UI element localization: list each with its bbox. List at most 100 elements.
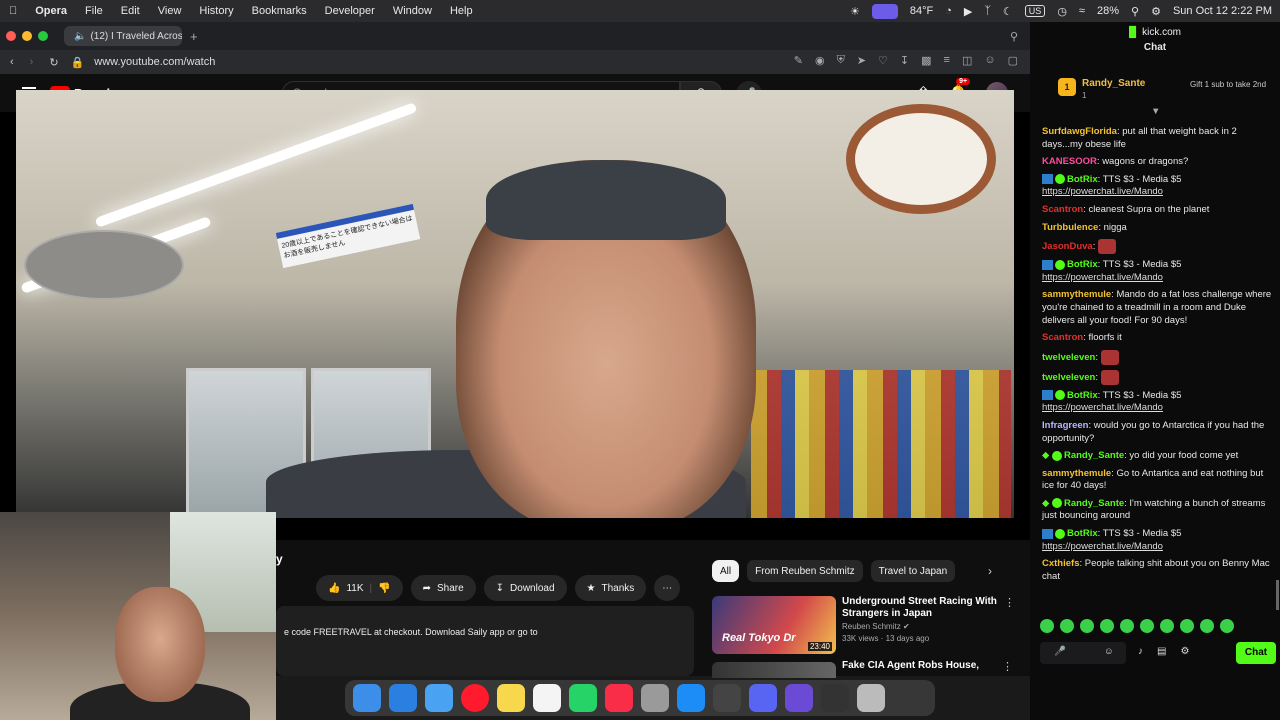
tab-search-icon[interactable]: ⚲ (1010, 30, 1018, 43)
chat-username[interactable]: Scantron (1042, 204, 1083, 215)
mic-icon[interactable]: 🎤 (1054, 646, 1066, 657)
menu-developer[interactable]: Developer (316, 5, 384, 17)
chat-username[interactable]: BotRix (1067, 528, 1098, 539)
more-options-icon[interactable]: ⋮ (1002, 660, 1013, 673)
emote-icon[interactable] (1140, 619, 1154, 633)
more-options-icon[interactable]: ⋮ (1004, 596, 1015, 609)
clock-icon[interactable]: ◷ (1057, 5, 1067, 18)
camera-icon[interactable]: ◉ (815, 54, 825, 67)
menu-app-name[interactable]: Opera (26, 5, 76, 17)
minimize-window-icon[interactable] (22, 31, 32, 41)
status-icon[interactable]: ☀ (850, 5, 860, 18)
emote-icon[interactable] (1220, 619, 1234, 633)
download-button[interactable]: ↧ Download (483, 575, 567, 601)
search-icon[interactable]: ⚲ (1131, 5, 1139, 18)
recommended-title-2[interactable]: Fake CIA Agent Robs House, (842, 660, 979, 671)
emote-icon[interactable] (1180, 619, 1194, 633)
extension-icon[interactable]: ▩ (921, 54, 931, 67)
reload-icon[interactable]: ↻ (49, 56, 58, 69)
chat-username[interactable]: Infragreen (1042, 420, 1088, 431)
chip-travel-japan[interactable]: Travel to Japan (870, 560, 956, 582)
share-button[interactable]: ➦ Share (410, 575, 476, 601)
thanks-button[interactable]: ★ Thanks (574, 575, 647, 601)
chat-username[interactable]: sammythemule (1042, 289, 1111, 300)
chat-username[interactable]: twelveleven (1042, 352, 1095, 363)
chat-link[interactable]: https://powerchat.live/Mando (1042, 541, 1163, 552)
thumbs-down-icon[interactable]: 👎 (378, 583, 390, 594)
chat-username[interactable]: Scantron (1042, 332, 1083, 343)
emote-icon[interactable] (1200, 619, 1214, 633)
zoom-window-icon[interactable] (38, 31, 48, 41)
close-window-icon[interactable] (6, 31, 16, 41)
tab-youtube[interactable]: 🔈 (12) I Traveled Acros (64, 26, 182, 46)
chat-scrollbar[interactable] (1276, 580, 1279, 610)
chat-username[interactable]: Randy_Sante (1064, 498, 1124, 509)
chat-username[interactable]: SurfdawgFlorida (1042, 126, 1117, 137)
gift-sub-prompt[interactable]: Gift 1 sub to take 2nd (1190, 80, 1270, 89)
recommended-title[interactable]: Underground Street Racing With Strangers… (842, 596, 1002, 620)
collapse-icon[interactable]: ▼ (1151, 106, 1160, 117)
emoji-icon[interactable]: ☺ (1104, 646, 1114, 657)
chat-username[interactable]: Randy_Sante (1064, 450, 1124, 461)
chat-username[interactable]: BotRix (1067, 174, 1098, 185)
menu-edit[interactable]: Edit (112, 5, 149, 17)
back-icon[interactable]: ‹ (10, 56, 14, 68)
control-center-icon[interactable]: ⚙ (1151, 5, 1161, 18)
weather-temp[interactable]: 84°F (910, 5, 933, 17)
snapshot-icon[interactable]: ◫ (962, 54, 972, 67)
reminders-icon[interactable] (533, 684, 561, 712)
bluetooth-icon[interactable]: ᛉ (984, 5, 991, 17)
emote-icon[interactable] (1100, 619, 1114, 633)
menu-help[interactable]: Help (441, 5, 482, 17)
gift-icon[interactable]: ▤ (1157, 646, 1166, 657)
chevron-right-icon[interactable]: › (988, 564, 992, 578)
play-icon[interactable]: ▶ (964, 5, 972, 18)
app-store-icon[interactable] (677, 684, 705, 712)
new-tab-icon[interactable]: + (190, 29, 198, 44)
proton-mail-icon[interactable] (785, 684, 813, 712)
chat-link[interactable]: https://powerchat.live/Mando (1042, 272, 1163, 283)
headphones-icon[interactable]: ◔ (945, 5, 952, 17)
chat-username[interactable]: twelveleven (1042, 372, 1095, 383)
download-icon[interactable]: ↧ (900, 54, 909, 67)
video-thumbnail-2[interactable] (712, 662, 836, 678)
datetime[interactable]: Sun Oct 12 2:22 PM (1173, 5, 1272, 17)
menu-file[interactable]: File (76, 5, 112, 17)
description-box[interactable]: e code FREETRAVEL at checkout. Download … (276, 606, 694, 676)
tts-icon[interactable]: ♪ (1138, 646, 1143, 657)
trash-icon[interactable] (857, 684, 885, 712)
heart-icon[interactable]: ♡ (878, 54, 888, 67)
more-actions-icon[interactable]: ⋯ (654, 575, 681, 601)
video-player[interactable]: 20歳以上であることを確認できない場合はお酒を販売しません (16, 90, 1014, 518)
emote-icon[interactable] (1040, 619, 1054, 633)
menu-icon[interactable]: ≡ (944, 54, 950, 67)
chat-link[interactable]: https://powerchat.live/Mando (1042, 402, 1163, 413)
emote-icon[interactable] (1080, 619, 1094, 633)
opera-icon[interactable] (461, 684, 489, 712)
top-gifter[interactable]: 1 Randy_Sante 1 Gift 1 sub to take 2nd (1056, 76, 1276, 106)
chat-username[interactable]: Turbbulence (1042, 222, 1098, 233)
url-field[interactable]: www.youtube.com/watch (94, 56, 215, 68)
obs-icon[interactable] (713, 684, 741, 712)
whatsapp-icon[interactable] (569, 684, 597, 712)
notes-icon[interactable] (497, 684, 525, 712)
profile-icon[interactable]: ☺ (984, 54, 995, 67)
video-thumbnail[interactable]: Real Tokyo Dr 23:40 (712, 596, 836, 654)
chat-username[interactable]: sammythemule (1042, 468, 1111, 479)
moon-icon[interactable]: ☾ (1003, 5, 1013, 18)
like-button[interactable]: 👍 11K | 👎 (316, 575, 403, 601)
music-icon[interactable] (605, 684, 633, 712)
forward-icon[interactable]: › (30, 56, 34, 68)
safari-icon[interactable] (389, 684, 417, 712)
menu-view[interactable]: View (149, 5, 191, 17)
gear-icon[interactable]: ⚙ (1180, 646, 1189, 657)
shield-icon[interactable]: ⛨ (837, 54, 845, 67)
emote-icon[interactable] (1160, 619, 1174, 633)
send-icon[interactable]: ➤ (857, 54, 866, 67)
discord-icon[interactable] (749, 684, 777, 712)
chat-username[interactable]: KANESOOR (1042, 156, 1097, 167)
menu-bookmarks[interactable]: Bookmarks (243, 5, 316, 17)
battery-percent[interactable]: 28% (1097, 5, 1119, 17)
finder-icon[interactable] (353, 684, 381, 712)
chip-from-channel[interactable]: From Reuben Schmitz (747, 560, 863, 582)
